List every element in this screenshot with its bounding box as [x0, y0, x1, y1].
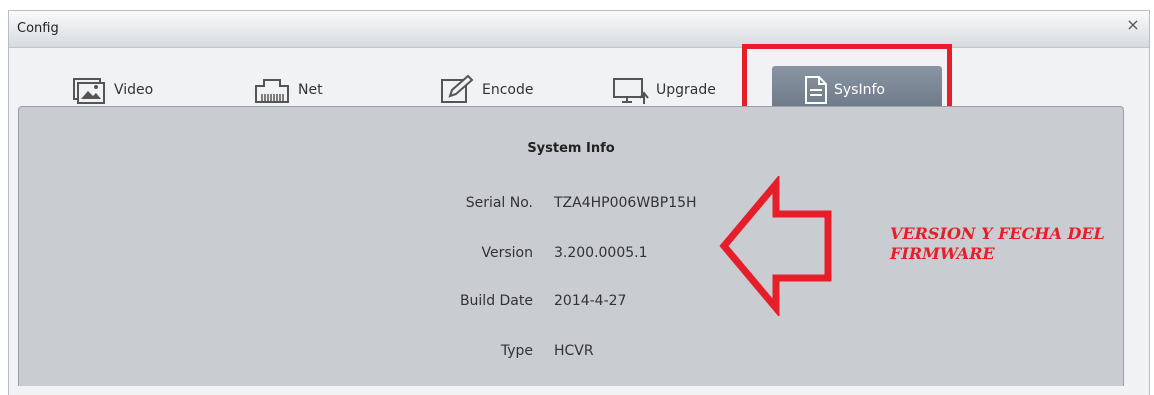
panel-title: System Info — [527, 141, 615, 156]
tab-video-label: Video — [114, 82, 154, 98]
edit-icon — [441, 74, 474, 103]
window-title: Config — [17, 21, 59, 36]
tab-encode-label: Encode — [482, 82, 534, 98]
tab-upgrade-label: Upgrade — [656, 82, 716, 98]
network-icon — [255, 79, 289, 103]
video-icon — [73, 78, 105, 104]
serial-value: TZA4HP006WBP15H — [554, 195, 697, 211]
left-arrow-icon — [719, 176, 832, 316]
close-icon[interactable]: × — [1123, 15, 1143, 35]
build-date-label: Build Date — [459, 293, 533, 309]
serial-label: Serial No. — [465, 195, 533, 211]
info-row-type: Type HCVR — [19, 343, 919, 363]
annotation-line-2: FIRMWARE — [890, 244, 995, 263]
version-value: 3.200.0005.1 — [554, 245, 648, 261]
build-date-value: 2014-4-27 — [554, 293, 627, 309]
firmware-annotation: VERSION Y FECHA DEL FIRMWARE — [890, 224, 1120, 264]
monitor-upgrade-icon — [613, 78, 649, 104]
title-bar: Config × — [9, 11, 1149, 48]
tab-net-label: Net — [298, 82, 323, 98]
version-label: Version — [481, 245, 533, 261]
annotation-line-1: VERSION Y FECHA DEL — [890, 224, 1105, 243]
type-value: HCVR — [554, 343, 594, 359]
type-label: Type — [500, 343, 533, 359]
